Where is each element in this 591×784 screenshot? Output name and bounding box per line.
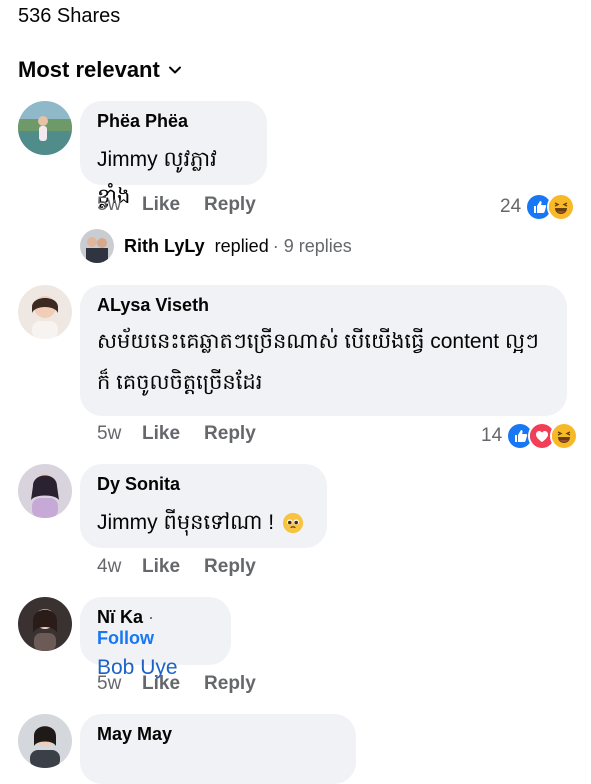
like-button[interactable]: Like [142, 194, 180, 216]
avatar[interactable] [18, 464, 72, 518]
reply-button[interactable]: Reply [204, 194, 256, 216]
reply-verb: replied [214, 235, 269, 256]
reactions-summary[interactable]: 14 [481, 422, 579, 450]
chevron-down-icon [168, 66, 181, 74]
comment-author[interactable]: May May [97, 724, 338, 745]
comment-text: Jimmy ពីមុនទៅណា ! [97, 511, 275, 534]
avatar[interactable] [18, 714, 72, 768]
follow-button[interactable]: Follow [97, 628, 154, 648]
haha-icon [550, 422, 579, 450]
reactions-summary[interactable]: 24 [500, 193, 576, 221]
comment-bubble: ALysa Viseth សម័យនេះគេឆ្លាតៗច្រើនណាស់ បើ… [80, 285, 567, 416]
avatar[interactable] [18, 285, 72, 339]
comment-actions: 4w Like Reply [97, 556, 280, 578]
like-button[interactable]: Like [142, 423, 180, 445]
sort-dropdown[interactable]: Most relevant [18, 57, 182, 83]
shares-count[interactable]: 536 Shares [18, 5, 120, 28]
view-replies-link[interactable]: Rith LyLy replied · 9 replies [80, 229, 352, 263]
comment-bubble: Phëa Phëa Jimmy លូវភ្លាវខ្លាំង [80, 101, 267, 208]
comment-author[interactable]: Nï Ka [97, 607, 143, 627]
comment-author[interactable]: Phëa Phëa [97, 111, 249, 132]
comment-text: សម័យនេះគេឆ្លាតៗច្រើនណាស់ បើយើងធ្វើ conte… [97, 330, 539, 394]
comment-bubble: May May [80, 714, 356, 784]
reaction-count: 14 [481, 425, 503, 446]
reply-button[interactable]: Reply [204, 423, 256, 445]
comment-author-row: Nï Ka · Follow [97, 607, 213, 649]
comment-actions: 5w Like Reply [97, 194, 280, 216]
avatar[interactable] [18, 101, 72, 155]
sort-label: Most relevant [18, 57, 160, 82]
reply-button[interactable]: Reply [204, 673, 256, 695]
comment-author[interactable]: ALysa Viseth [97, 295, 549, 316]
reply-button[interactable]: Reply [204, 556, 256, 578]
avatar[interactable] [18, 597, 72, 651]
like-button[interactable]: Like [142, 673, 180, 695]
haha-icon [547, 193, 576, 221]
comment-time[interactable]: 5w [97, 194, 142, 216]
reply-count: · 9 replies [272, 235, 352, 256]
comment-bubble: Dy Sonita Jimmy ពីមុនទៅណា ! [80, 464, 327, 548]
comment-time[interactable]: 5w [97, 423, 142, 445]
comment-text-row: Jimmy ពីមុនទៅណា ! [97, 505, 309, 542]
comment-time[interactable]: 4w [97, 556, 142, 578]
like-button[interactable]: Like [142, 556, 180, 578]
comment-actions: 5w Like Reply [97, 673, 280, 695]
separator-dot: · [148, 607, 155, 627]
comment-time[interactable]: 5w [97, 673, 142, 695]
reply-author: Rith LyLy [124, 235, 205, 256]
reply-avatar [80, 229, 114, 263]
pleading-face-icon [283, 513, 304, 534]
comment-bubble: Nï Ka · Follow Bob Uye [80, 597, 231, 679]
reaction-count: 24 [500, 196, 522, 217]
comment-actions: 5w Like Reply [97, 423, 280, 445]
comment-author[interactable]: Dy Sonita [97, 474, 309, 495]
